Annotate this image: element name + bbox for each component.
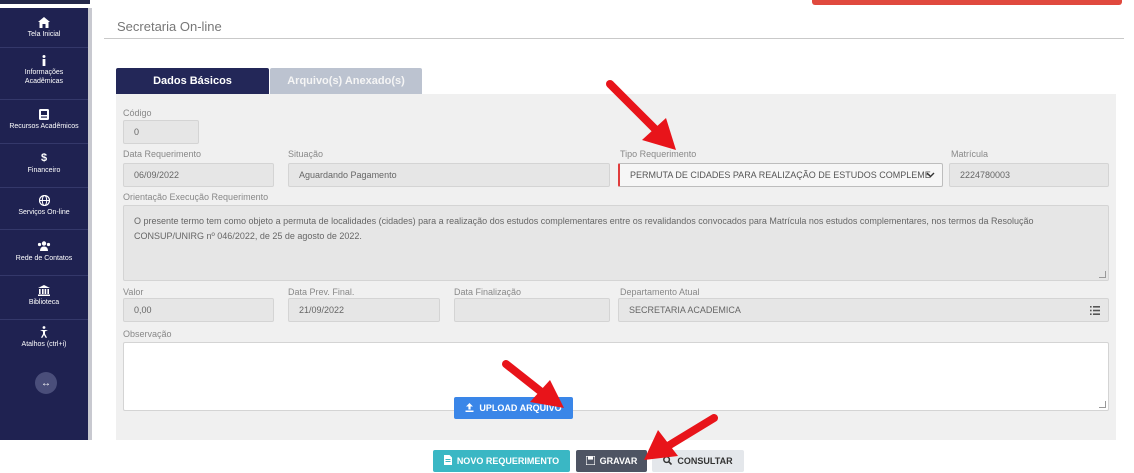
sidebar-item-recursos-academicos[interactable]: Recursos Acadêmicos: [0, 108, 88, 144]
upload-icon: [465, 402, 474, 414]
sidebar-item-label: Serviços On-line: [18, 209, 70, 216]
gravar-button[interactable]: GRAVAR: [576, 450, 647, 472]
data-prev-final-field[interactable]: 21/09/2022: [288, 298, 440, 322]
sidebar-item-label: Rede de Contatos: [15, 255, 73, 262]
data-finalizacao-label: Data Finalização: [454, 287, 522, 297]
valor-field[interactable]: 0,00: [123, 298, 274, 322]
sidebar-item-servicos-online[interactable]: Serviços On-line: [0, 194, 88, 230]
novo-requerimento-label: NOVO REQUERIMENTO: [456, 456, 560, 466]
sidebar-item-biblioteca[interactable]: Biblioteca: [0, 284, 88, 320]
expand-arrows-icon: ↔: [41, 377, 51, 389]
orientacao-textarea[interactable]: O presente termo tem como objeto a permu…: [123, 205, 1109, 281]
sidebar-item-tela-inicial[interactable]: Tela Inicial: [0, 16, 88, 48]
valor-label: Valor: [123, 287, 144, 297]
bank-icon: [37, 284, 51, 296]
sidebar-item-atalhos[interactable]: Atalhos (ctrl+i): [0, 326, 88, 362]
sidebar-item-label: Atalhos (ctrl+i): [21, 341, 67, 348]
sidebar-item-informacoes-academicas[interactable]: Informações Acadêmicas: [0, 54, 88, 100]
sidebar-item-label: Tela Inicial: [27, 31, 61, 38]
chevron-down-icon: [926, 170, 935, 180]
orientacao-text: O presente termo tem como objeto a permu…: [134, 216, 1034, 241]
top-strip: [0, 0, 1134, 8]
top-strip-dark-bar: [0, 0, 90, 4]
novo-requerimento-button[interactable]: NOVO REQUERIMENTO: [433, 450, 570, 472]
top-strip-red-bar: [812, 0, 1122, 5]
codigo-field[interactable]: 0: [123, 120, 199, 144]
main-content: Secretaria On-line Dados Básicos Arquivo…: [104, 8, 1134, 440]
tipo-requerimento-select[interactable]: PERMUTA DE CIDADES PARA REALIZAÇÃO DE ES…: [618, 163, 943, 187]
title-divider: [104, 38, 1124, 39]
home-icon: [37, 16, 51, 28]
data-prev-final-label: Data Prev. Final.: [288, 287, 355, 297]
sidebar-toggle-button[interactable]: ↔: [35, 372, 57, 394]
file-icon: [443, 455, 452, 467]
list-icon[interactable]: [1090, 306, 1100, 315]
gravar-label: GRAVAR: [599, 456, 638, 466]
observacao-textarea[interactable]: [123, 342, 1109, 411]
id-card-icon: [37, 108, 51, 120]
annotation-arrow-icon: [606, 80, 676, 150]
codigo-label: Código: [123, 108, 152, 118]
accessibility-icon: [37, 326, 51, 338]
departamento-atual-value: SECRETARIA ACADEMICA: [629, 305, 741, 315]
sidebar-item-rede-de-contatos[interactable]: Rede de Contatos: [0, 240, 88, 276]
tipo-requerimento-value: PERMUTA DE CIDADES PARA REALIZAÇÃO DE ES…: [630, 170, 931, 180]
dollar-icon: $: [40, 151, 48, 164]
departamento-atual-field[interactable]: SECRETARIA ACADEMICA: [618, 298, 1109, 322]
sidebar-item-label: Financeiro: [27, 167, 61, 174]
tab-dados-basicos[interactable]: Dados Básicos: [116, 68, 269, 94]
save-icon: [585, 454, 596, 467]
observacao-label: Observação: [123, 329, 172, 339]
resize-grip-icon[interactable]: [1099, 271, 1106, 278]
matricula-label: Matrícula: [951, 149, 989, 159]
tab-arquivos-anexados[interactable]: Arquivo(s) Anexado(s): [270, 68, 422, 94]
sidebar-scrollbar[interactable]: [88, 8, 92, 440]
globe-icon: [37, 194, 51, 206]
sidebar-item-financeiro[interactable]: $ Financeiro: [0, 152, 88, 188]
situacao-field[interactable]: Aguardando Pagamento: [288, 163, 610, 187]
orientacao-label: Orientação Execução Requerimento: [123, 192, 269, 202]
sidebar-item-label: Informações Acadêmicas: [24, 69, 64, 85]
annotation-arrow-icon: [502, 360, 564, 408]
info-icon: [37, 54, 51, 66]
sidebar-item-label: Recursos Acadêmicos: [9, 123, 79, 130]
data-requerimento-field[interactable]: 06/09/2022: [123, 163, 274, 187]
situacao-label: Situação: [288, 149, 324, 159]
annotation-arrow-icon: [644, 414, 718, 460]
sidebar: Tela Inicial Informações Acadêmicas Recu…: [0, 8, 88, 440]
departamento-atual-label: Departamento Atual: [620, 287, 700, 297]
data-requerimento-label: Data Requerimento: [123, 149, 202, 159]
sidebar-item-label: Biblioteca: [28, 299, 60, 306]
users-icon: [37, 240, 51, 252]
resize-grip-icon[interactable]: [1099, 401, 1106, 408]
page-title: Secretaria On-line: [117, 19, 222, 34]
data-finalizacao-field[interactable]: [454, 298, 610, 322]
matricula-field[interactable]: 2224780003: [949, 163, 1109, 187]
